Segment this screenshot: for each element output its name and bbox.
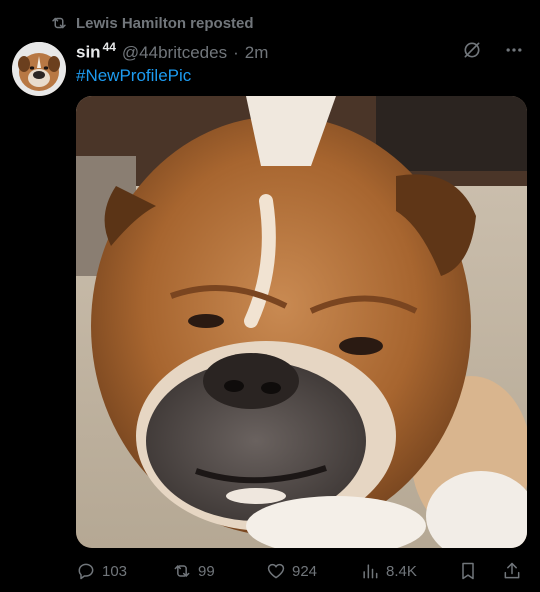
reply-icon: [78, 563, 94, 580]
post-media-image[interactable]: [76, 96, 527, 548]
bookmark-icon: [462, 562, 474, 580]
bulldog-photo: [76, 96, 527, 548]
repost-button[interactable]: 99: [172, 561, 215, 581]
like-button[interactable]: 924: [266, 561, 317, 581]
handle[interactable]: @44britcedes: [122, 43, 227, 63]
reply-count: 103: [102, 562, 128, 580]
avatar-image: [12, 42, 66, 96]
avatar[interactable]: [12, 42, 66, 96]
post-header: sin 44 @44britcedes · 2m: [76, 40, 268, 63]
repost-icon: [174, 565, 190, 577]
repost-text: Lewis Hamilton reposted: [76, 14, 254, 32]
heart-icon: [267, 563, 285, 579]
repost-count: 99: [198, 562, 215, 580]
bookmark-button[interactable]: [458, 561, 478, 581]
name-superscript: 44: [102, 40, 116, 54]
post-actions: 103 99 924 8.4K: [76, 558, 528, 584]
views-button[interactable]: 8.4K: [360, 561, 417, 581]
reply-button[interactable]: 103: [76, 561, 127, 581]
repost-icon: [52, 17, 66, 29]
post-top-icons: [462, 40, 524, 60]
share-button[interactable]: [502, 561, 522, 581]
view-count: 8.4K: [386, 562, 417, 580]
separator-dot: ·: [233, 42, 239, 62]
display-name[interactable]: sin 44: [76, 40, 116, 63]
timestamp[interactable]: 2m: [245, 43, 269, 63]
views-icon: [363, 564, 378, 579]
share-icon: [504, 562, 520, 579]
post-text-hashtag[interactable]: #NewProfilePic: [76, 66, 191, 86]
grok-icon[interactable]: [462, 40, 482, 60]
more-icon[interactable]: [504, 40, 524, 60]
like-count: 924: [292, 562, 318, 580]
repost-context[interactable]: Lewis Hamilton reposted: [50, 14, 254, 32]
